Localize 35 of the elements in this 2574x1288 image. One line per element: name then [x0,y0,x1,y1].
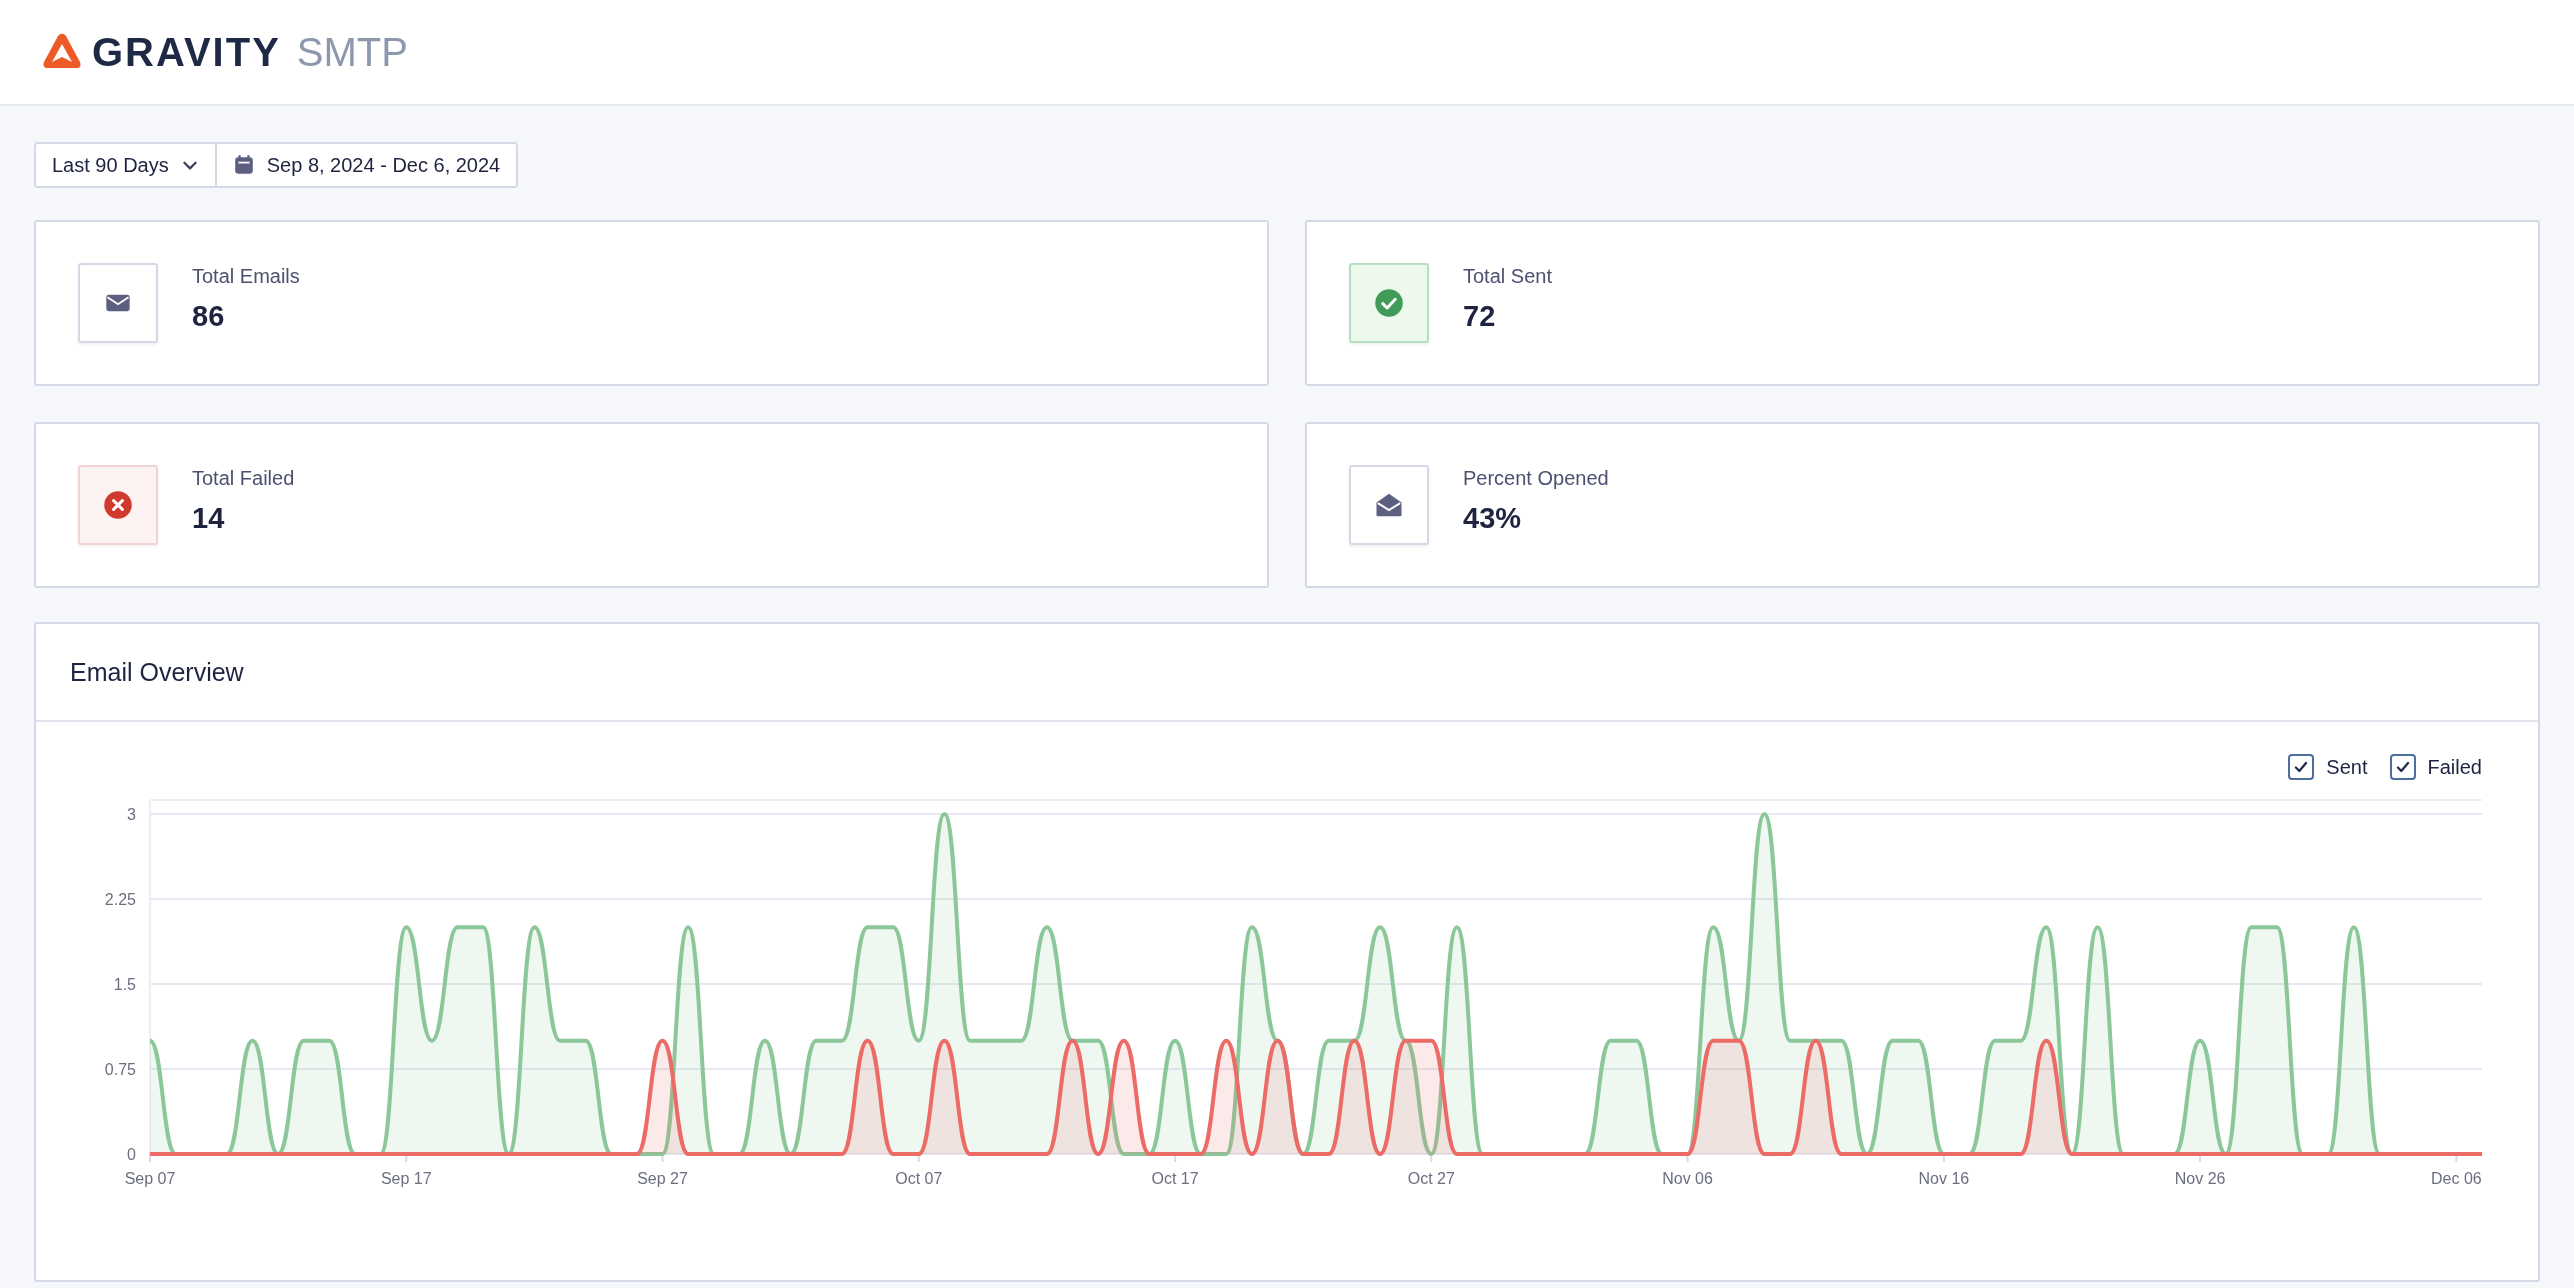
x-tick-label: Nov 26 [2174,1170,2226,1187]
y-tick-label: 0 [127,1146,136,1163]
legend-label: Failed [2427,755,2482,779]
x-tick-label: Oct 07 [895,1170,943,1187]
y-tick-label: 3 [127,806,136,823]
stat-label: Total Failed [192,467,295,490]
stat-value: 86 [192,300,226,333]
x-tick-label: Sep 27 [637,1170,688,1187]
brand-name: GRAVITY [92,29,281,75]
stat-value: 14 [192,502,226,535]
x-tick-label: Oct 17 [1151,1170,1199,1187]
legend-checkbox[interactable] [2288,754,2315,780]
x-tick-label: Oct 27 [1407,1170,1455,1187]
x-tick-label: Sep 07 [124,1170,176,1187]
y-tick-label: 2.25 [104,891,136,908]
stat-label: Total Sent [1463,265,1552,288]
x-tick-label: Nov 06 [1662,1170,1713,1187]
y-tick-label: 0.75 [104,1061,136,1078]
x-tick-label: Sep 17 [380,1170,432,1187]
product-name: SMTP [296,29,408,75]
legend-label: Sent [2326,755,2368,779]
x-tick-label: Dec 06 [2431,1170,2482,1187]
stat-label: Percent Opened [1463,467,1609,490]
stat-label: Total Emails [192,265,300,288]
date-range-button[interactable]: Sep 8, 2024 - Dec 6, 2024 [216,142,519,188]
x-tick-label: Nov 16 [1918,1170,1970,1187]
range-dropdown[interactable]: Last 90 Days [34,142,217,188]
legend-checkbox[interactable] [2389,754,2416,780]
panel-title: Email Overview [70,657,244,687]
stat-value: 43% [1463,502,1523,535]
calendar-icon [232,154,255,176]
y-tick-label: 1.5 [113,976,136,993]
x-circle-icon [103,490,133,520]
check-circle-icon [1374,288,1404,318]
stat-value: 72 [1463,300,1497,333]
